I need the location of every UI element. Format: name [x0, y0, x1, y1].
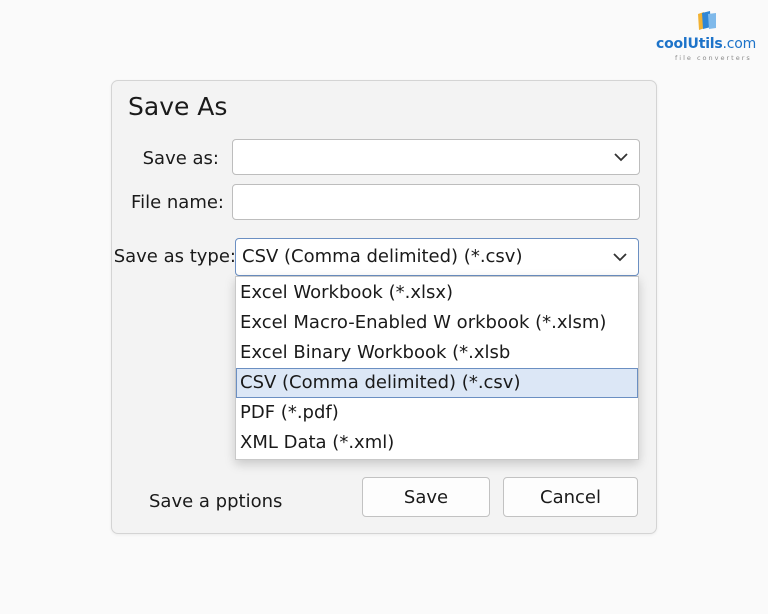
- file-type-dropdown-list: Excel Workbook (*.xlsx) Excel Macro-Enab…: [235, 276, 639, 460]
- save-as-type-select[interactable]: CSV (Comma delimited) (*.csv): [235, 238, 639, 276]
- cancel-button[interactable]: Cancel: [503, 477, 638, 517]
- file-type-option-xlsb[interactable]: Excel Binary Workbook (*.xlsb: [236, 338, 638, 368]
- file-type-option-xlsm[interactable]: Excel Macro-Enabled W orkbook (*.xlsm): [236, 308, 638, 338]
- save-options-link[interactable]: Save a pptions: [149, 491, 282, 512]
- chevron-down-icon[interactable]: [612, 252, 628, 262]
- save-as-label: Save as:: [142, 148, 219, 169]
- save-button[interactable]: Save: [362, 477, 490, 517]
- chevron-down-icon[interactable]: [613, 152, 629, 162]
- save-as-type-value: CSV (Comma delimited) (*.csv): [242, 246, 523, 267]
- coolutils-logo: coolUtils.com file converters: [654, 10, 760, 64]
- save-as-select[interactable]: [232, 139, 640, 175]
- file-type-option-pdf[interactable]: PDF (*.pdf): [236, 398, 638, 428]
- page-stack-icon: [698, 11, 716, 30]
- save-as-dialog: Save As Save as: File name: Save as type…: [111, 80, 657, 534]
- brand-tagline: file converters: [675, 54, 752, 62]
- file-type-option-xlsx[interactable]: Excel Workbook (*.xlsx): [236, 278, 638, 308]
- dialog-title: Save As: [128, 92, 228, 121]
- save-as-type-label: Save as type:: [113, 246, 236, 267]
- brand-name: coolUtils.com: [656, 36, 756, 52]
- brand-name-main: coolUtils: [656, 36, 723, 52]
- file-name-input[interactable]: [232, 184, 640, 220]
- file-type-option-xml[interactable]: XML Data (*.xml): [236, 428, 638, 458]
- brand-tld: .com: [722, 36, 757, 52]
- file-name-label: File name:: [131, 192, 224, 213]
- file-type-option-csv[interactable]: CSV (Comma delimited) (*.csv): [236, 368, 638, 398]
